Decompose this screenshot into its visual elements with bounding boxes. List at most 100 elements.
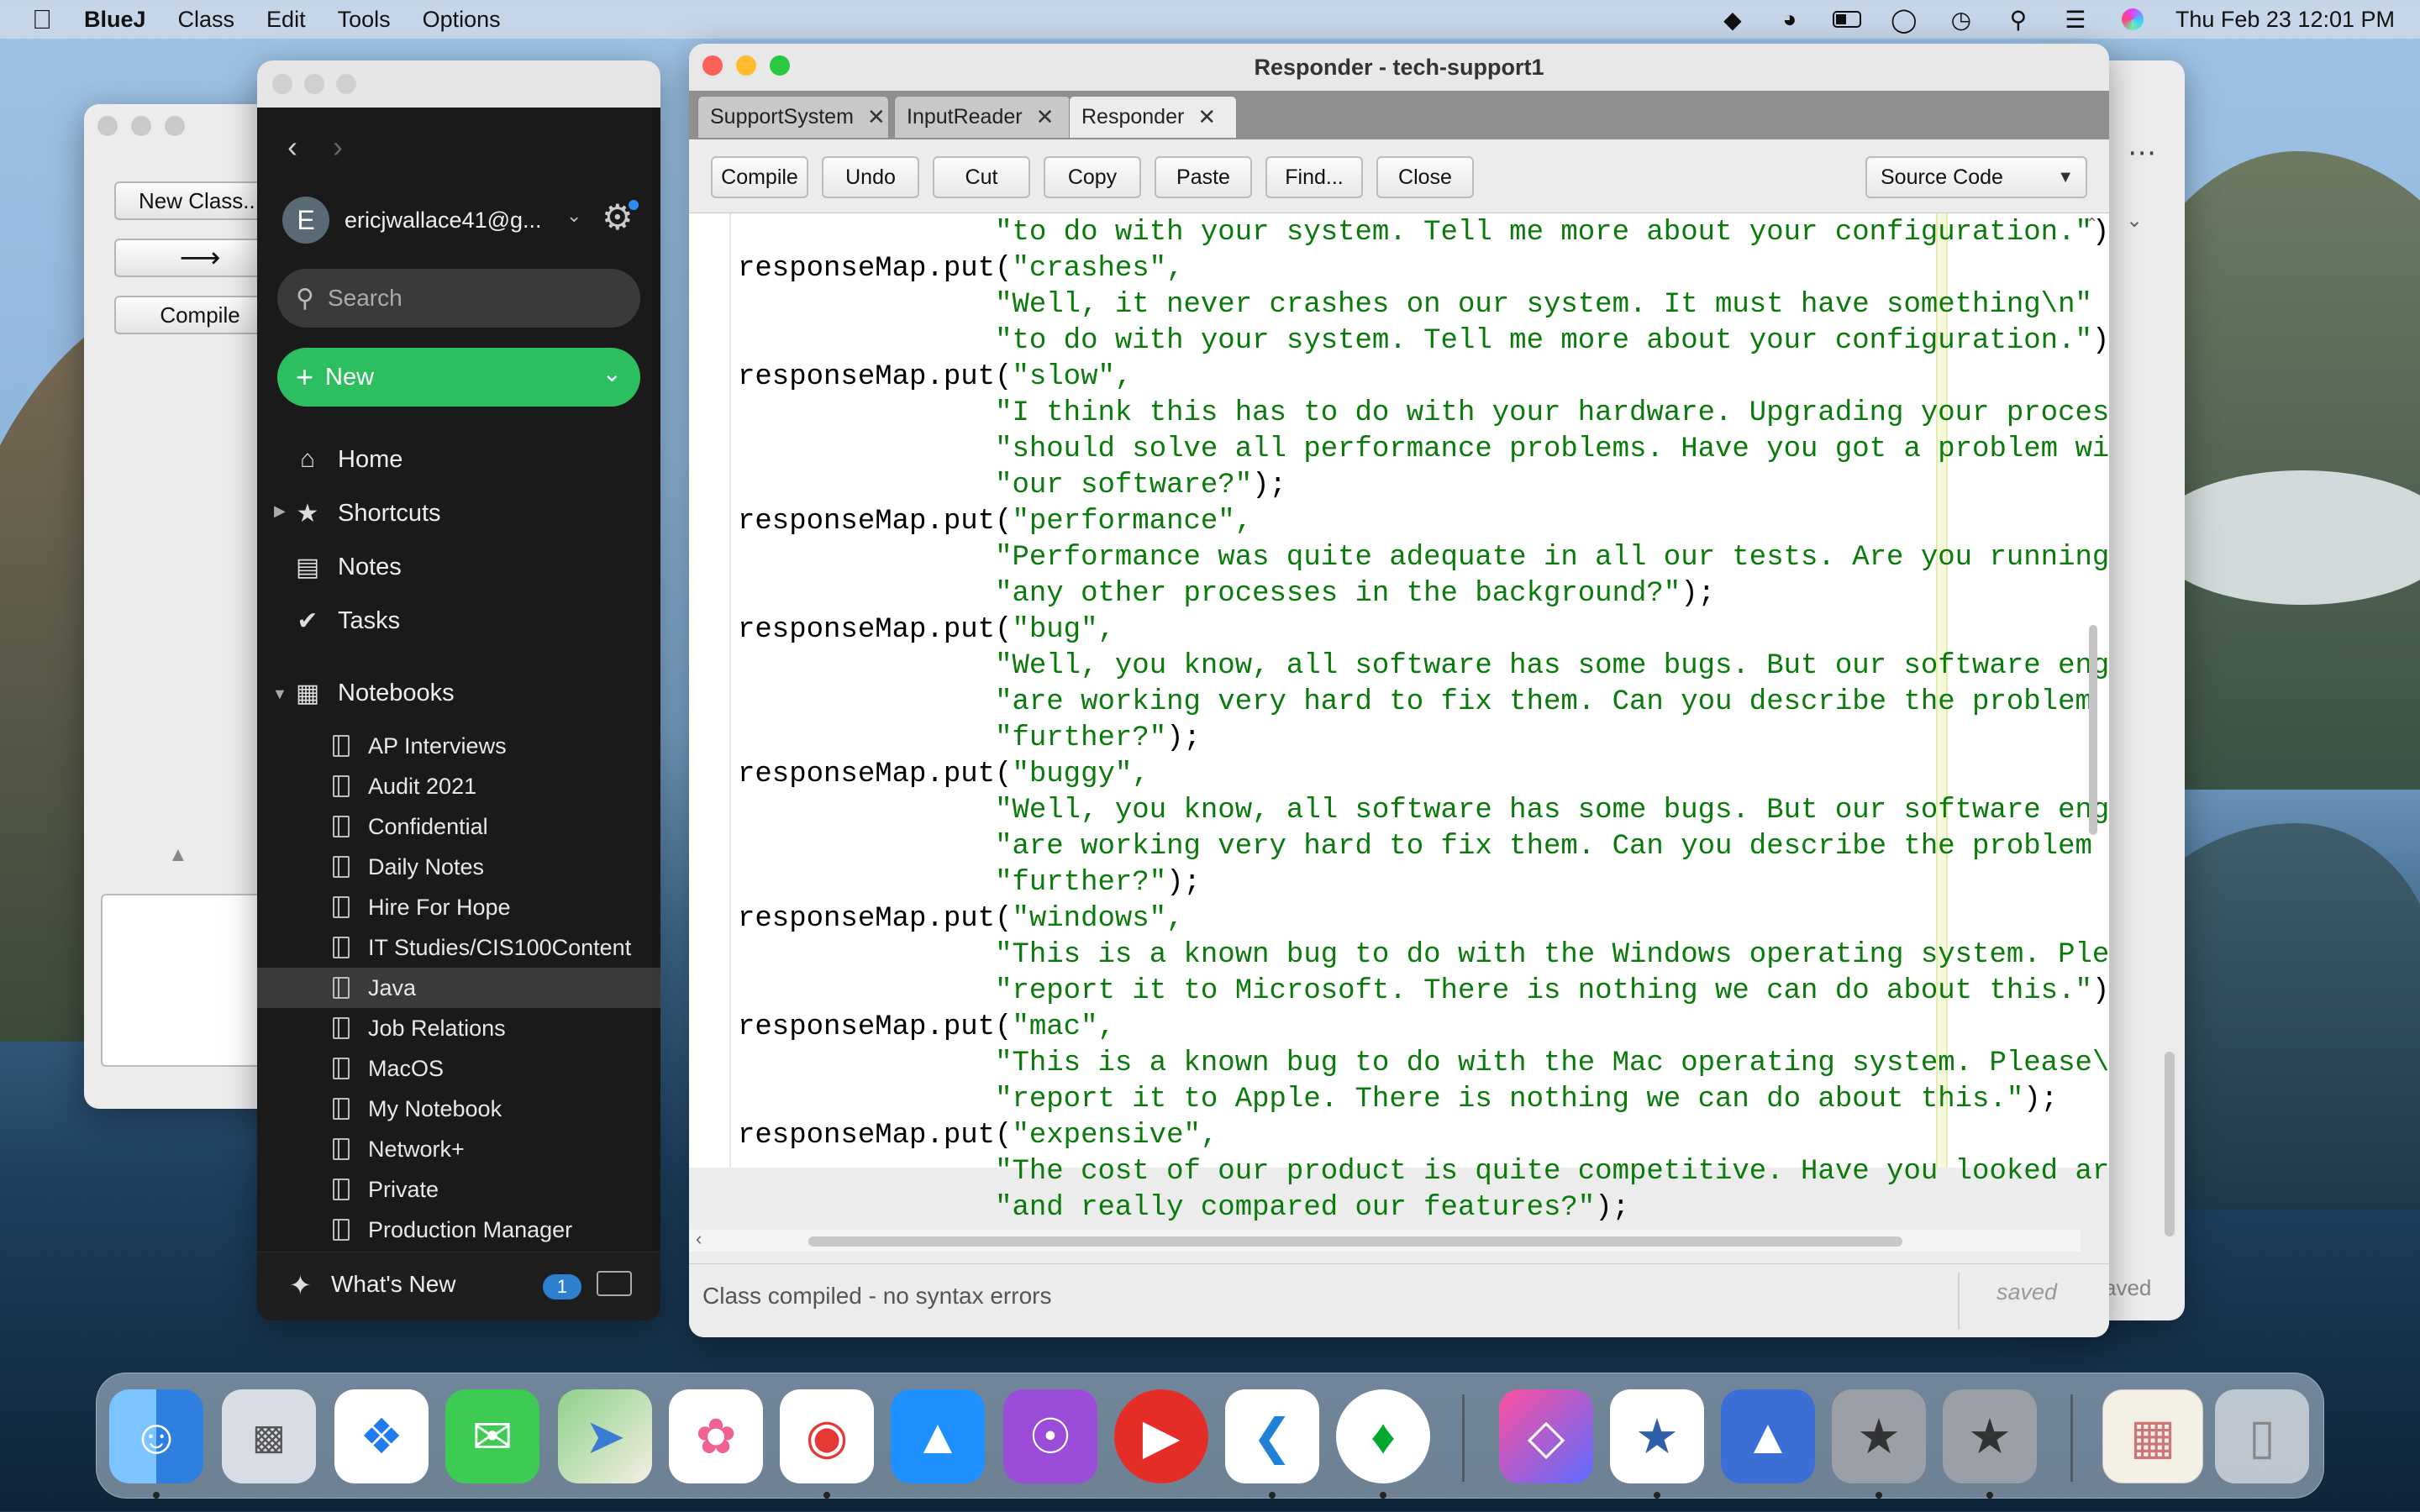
bluej-project-icon-2[interactable]: ★	[1943, 1389, 2037, 1483]
code-line: "to do with your system. Tell me more ab…	[738, 215, 2109, 251]
bluej-project-icon[interactable]: ★	[1832, 1389, 1926, 1483]
notebook-item[interactable]: Job Relations	[333, 1008, 652, 1048]
notebook-item[interactable]: My Notebook	[333, 1089, 652, 1129]
window-close-button[interactable]	[97, 116, 118, 136]
launchpad-icon[interactable]: ▩	[222, 1389, 316, 1483]
nav-notes[interactable]: ▤ Notes	[292, 553, 402, 581]
account-switcher[interactable]: E ericjwallace41@g...	[282, 195, 560, 245]
evernote-icon[interactable]: ♦	[1336, 1389, 1430, 1483]
forward-arrow-icon[interactable]: ›	[333, 129, 343, 165]
battery-icon[interactable]	[1832, 7, 1861, 32]
evernote-status-icon[interactable]: ◆	[1718, 7, 1747, 33]
menu-tools[interactable]: Tools	[338, 7, 391, 33]
chevron-down-icon[interactable]: ⌄	[602, 360, 622, 387]
copy-button[interactable]: Copy	[1044, 156, 1141, 198]
notebook-item[interactable]: Audit 2021	[333, 766, 652, 806]
check-circle-icon: ✔	[297, 606, 318, 635]
menu-class[interactable]: Class	[178, 7, 235, 33]
siri-icon[interactable]	[2118, 7, 2147, 32]
view-select[interactable]: Source Code ▼	[1865, 156, 2087, 198]
close-button[interactable]: Close	[1376, 156, 1474, 198]
tab-inputreader[interactable]: InputReader ✕	[894, 96, 1071, 138]
bluej-icon[interactable]: ★	[1610, 1389, 1704, 1483]
youtube-icon[interactable]: ▶	[1114, 1389, 1208, 1483]
control-center-icon[interactable]: ☰	[2061, 7, 2090, 33]
notebook-label: Java	[368, 974, 417, 1000]
menu-options[interactable]: Options	[423, 7, 501, 33]
cut-button[interactable]: Cut	[933, 156, 1030, 198]
nav-tasks[interactable]: ✔ Tasks	[292, 606, 400, 635]
nav-home[interactable]: ⌂ Home	[292, 445, 402, 474]
time-machine-icon[interactable]: ◷	[1947, 7, 1975, 33]
nordvpn-icon[interactable]: ▲	[1721, 1389, 1815, 1483]
app-store-icon[interactable]: ▲	[891, 1389, 985, 1483]
finder-icon[interactable]: ☺	[109, 1389, 203, 1483]
close-tab-icon[interactable]: ✕	[1036, 104, 1055, 130]
notebook-item[interactable]: AP Interviews	[333, 726, 652, 766]
chrome-icon[interactable]: ◉	[780, 1389, 874, 1483]
trash-icon[interactable]: ▯	[2215, 1389, 2309, 1483]
notebook-item-selected[interactable]: Java	[257, 968, 660, 1008]
horizontal-scrollbar[interactable]: ‹	[689, 1228, 2081, 1252]
notebook-item[interactable]: Hire For Hope	[333, 887, 652, 927]
chevron-down-icon[interactable]: ⌄	[566, 205, 581, 227]
notebook-item[interactable]: Daily Notes	[333, 847, 652, 887]
scrollbar-thumb[interactable]	[808, 1236, 1902, 1247]
scrollbar-thumb[interactable]	[2089, 625, 2097, 835]
notebook-item[interactable]: Private	[333, 1169, 652, 1210]
app-menu[interactable]: BlueJ	[84, 7, 146, 33]
disclosure-triangle-icon[interactable]: ▼	[272, 685, 287, 703]
maps-icon[interactable]: ➤	[558, 1389, 652, 1483]
close-tab-icon[interactable]: ✕	[867, 104, 886, 130]
nav-notebooks[interactable]: ▦ Notebooks	[292, 679, 455, 707]
new-note-button[interactable]: + New ⌄	[277, 348, 640, 407]
vertical-scrollbar[interactable]: ⌃	[2081, 213, 2106, 1221]
scroll-left-icon[interactable]: ‹	[696, 1228, 702, 1250]
disclosure-triangle-icon[interactable]: ▶	[274, 502, 286, 520]
compile-button[interactable]: Compile	[711, 156, 808, 198]
tab-supportsystem[interactable]: SupportSystem ✕	[697, 96, 889, 138]
preview-icon[interactable]: ▦	[2102, 1389, 2203, 1483]
window-zoom-button[interactable]	[336, 74, 356, 94]
more-options-icon[interactable]: ⋯	[2128, 136, 2156, 170]
background-scroll-thumb[interactable]	[2165, 1052, 2175, 1236]
shortcuts-icon[interactable]: ◇	[1499, 1389, 1593, 1483]
podcasts-icon[interactable]: ☉	[1003, 1389, 1097, 1483]
safari-icon[interactable]: ❖	[334, 1389, 429, 1483]
window-minimize-button[interactable]	[736, 55, 756, 76]
back-arrow-icon[interactable]: ‹	[287, 129, 297, 165]
spotlight-search-icon[interactable]: ⚲	[2004, 7, 2033, 33]
window-minimize-button[interactable]	[131, 116, 151, 136]
paste-button[interactable]: Paste	[1155, 156, 1252, 198]
notebook-item[interactable]: Network+	[333, 1129, 652, 1169]
window-close-button[interactable]	[702, 55, 723, 76]
window-close-button[interactable]	[272, 74, 292, 94]
speedometer-status-icon[interactable]: ◕	[1776, 6, 1804, 32]
apple-menu-icon[interactable]: 	[32, 4, 52, 35]
screen-mirroring-icon[interactable]: ◯	[1890, 7, 1918, 33]
notebook-item[interactable]: Confidential	[333, 806, 652, 847]
code-editor[interactable]: "to do with your system. Tell me more ab…	[689, 213, 2109, 1224]
window-zoom-button[interactable]	[165, 116, 185, 136]
search-input[interactable]: ⚲ Search	[277, 269, 640, 328]
messages-icon[interactable]: ✉	[445, 1389, 539, 1483]
photos-icon[interactable]: ✿	[669, 1389, 763, 1483]
window-zoom-button[interactable]	[770, 55, 790, 76]
chevron-down-icon[interactable]: ⌄	[2126, 208, 2143, 233]
window-minimize-button[interactable]	[304, 74, 324, 94]
code-string	[738, 289, 995, 321]
notebook-item[interactable]: MacOS	[333, 1048, 652, 1089]
tab-responder[interactable]: Responder ✕	[1069, 96, 1237, 138]
keyboard-icon[interactable]	[597, 1271, 632, 1296]
notebook-item[interactable]: IT Studies/CIS100Content	[333, 927, 652, 968]
find-button[interactable]: Find...	[1265, 156, 1363, 198]
nav-shortcuts[interactable]: ★ Shortcuts	[292, 499, 441, 528]
scroll-up-icon[interactable]: ⌃	[2086, 215, 2098, 233]
whats-new-row[interactable]: ✦ What's New 1	[257, 1252, 660, 1320]
notebook-item[interactable]: Production Manager	[333, 1210, 652, 1250]
menu-edit[interactable]: Edit	[266, 7, 306, 33]
undo-button[interactable]: Undo	[822, 156, 919, 198]
close-tab-icon[interactable]: ✕	[1197, 104, 1216, 130]
menu-clock[interactable]: Thu Feb 23 12:01 PM	[2175, 7, 2395, 33]
vscode-icon[interactable]: ❮	[1225, 1389, 1319, 1483]
